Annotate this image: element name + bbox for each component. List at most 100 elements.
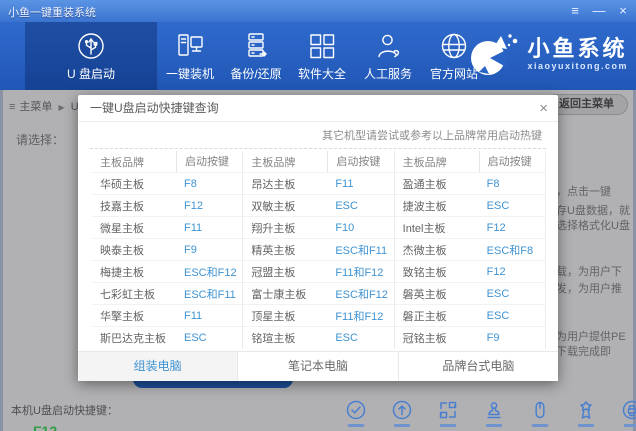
hotkey-cell: F12	[479, 222, 545, 234]
toolbar-item-label: 一键装机	[166, 65, 214, 82]
hotkey-cell: F11和F12	[327, 264, 393, 280]
background-text-fragment: 下载完成即	[556, 343, 611, 359]
list-icon: ≡	[9, 101, 15, 113]
table-row: 昂达主板F11	[243, 173, 393, 195]
brand-cell: 磐正主板	[395, 308, 479, 324]
minimize-icon[interactable]: —	[592, 0, 606, 22]
page-content: ≡主菜单 ▶ U盘启动 返回主菜单 请选择： ，点击一键存U盘数据，就选择格式化…	[0, 90, 636, 431]
brand-cell: 冠盟主板	[243, 264, 327, 280]
local-hotkey-value: F12	[33, 423, 57, 431]
background-text-fragment: 载，为用户下	[556, 263, 622, 279]
hotkey-cell: ESC	[479, 310, 545, 322]
brand-cell: 七彩虹主板	[92, 286, 176, 302]
brand-cell: 冠铭主板	[395, 330, 479, 346]
brand-cell: 盈通主板	[395, 176, 479, 192]
hotkey-cell: ESC	[479, 288, 545, 300]
breadcrumb-menu[interactable]: 主菜单	[19, 101, 52, 113]
main-toolbar: U 盘启动一键装机备份/还原软件大全人工服务官方网站 小鱼系统 xiaoyuxi…	[0, 22, 636, 90]
check-circle-icon[interactable]	[344, 399, 368, 427]
col-header-key: 启动按键	[176, 151, 242, 172]
col-header-key: 启动按键	[479, 151, 545, 172]
hotkey-cell: ESC和F12	[327, 286, 393, 302]
table-row: 七彩虹主板ESC和F11	[92, 283, 242, 305]
badge-icon[interactable]	[574, 399, 598, 427]
hotkey-group: 主板品牌启动按键华硕主板F8技嘉主板F12微星主板F11映泰主板F9梅捷主板ES…	[92, 151, 243, 349]
dialog-tab-active[interactable]: 组装电脑	[78, 352, 237, 381]
menu-icon[interactable]: ≡	[568, 0, 582, 22]
upload-circle-icon[interactable]	[390, 399, 414, 427]
toolbar-item-usb[interactable]: U 盘启动	[25, 22, 157, 90]
apps-icon	[306, 30, 338, 62]
hotkey-table: 主板品牌启动按键华硕主板F8技嘉主板F12微星主板F11映泰主板F9梅捷主板ES…	[78, 149, 558, 349]
table-row: 杰微主板ESC和F8	[395, 239, 545, 261]
table-row: 致铭主板F12	[395, 261, 545, 283]
logo-domain: xiaoyuxitong.com	[527, 61, 628, 71]
icon-label-clipped	[624, 424, 636, 427]
backup-icon	[240, 30, 272, 62]
table-row: 冠铭主板F9	[395, 327, 545, 349]
hotkey-cell: F12	[479, 266, 545, 278]
table-row: 华擎主板F11	[92, 305, 242, 327]
table-header-row: 主板品牌启动按键	[92, 151, 242, 173]
local-hotkey-label: 本机U盘启动快捷键：	[11, 402, 118, 418]
toolbar-item-backup[interactable]: 备份/还原	[223, 22, 289, 90]
table-header-row: 主板品牌启动按键	[395, 151, 545, 173]
table-row: 双敏主板ESC	[243, 195, 393, 217]
brand-cell: 技嘉主板	[92, 198, 176, 214]
hotkey-cell: ESC和F11	[327, 242, 393, 258]
capture-icon[interactable]	[436, 399, 460, 427]
hotkey-cell: F11和F12	[327, 308, 393, 324]
hotkey-group: 主板品牌启动按键盈通主板F8捷波主板ESCIntel主板F12杰微主板ESC和F…	[395, 151, 546, 349]
stamp-icon[interactable]	[482, 399, 506, 427]
col-header-brand: 主板品牌	[92, 154, 176, 170]
hotkey-cell: F9	[479, 332, 545, 344]
printer-icon[interactable]	[620, 399, 636, 427]
select-label: 请选择：	[16, 131, 64, 148]
brand-cell: 翔升主板	[243, 220, 327, 236]
dialog-title: 一键U盘启动快捷键查询	[90, 95, 219, 122]
dialog-title-bar: 一键U盘启动快捷键查询 ×	[78, 95, 558, 122]
table-row: 磐正主板ESC	[395, 305, 545, 327]
toolbar-nav: U 盘启动一键装机备份/还原软件大全人工服务官方网站	[25, 22, 487, 90]
table-row: 精英主板ESC和F11	[243, 239, 393, 261]
dialog-tab-inactive[interactable]: 品牌台式电脑	[398, 352, 558, 381]
hotkey-group: 主板品牌启动按键昂达主板F11双敏主板ESC翔升主板F10精英主板ESC和F11…	[243, 151, 394, 349]
table-row: 技嘉主板F12	[92, 195, 242, 217]
icon-label-clipped	[440, 424, 456, 427]
hotkey-cell: ESC和F8	[479, 242, 545, 258]
dialog-tab-inactive[interactable]: 笔记本电脑	[237, 352, 397, 381]
hotkey-cell: ESC	[327, 332, 393, 344]
background-text-fragment: ，点击一键	[556, 183, 611, 199]
table-row: Intel主板F12	[395, 217, 545, 239]
table-row: 映泰主板F9	[92, 239, 242, 261]
col-header-brand: 主板品牌	[243, 154, 327, 170]
background-text-fragment: 发，为用户推	[556, 280, 622, 296]
dialog-tabs: 组装电脑笔记本电脑品牌台式电脑	[78, 351, 558, 381]
brand-cell: 铭瑄主板	[243, 330, 327, 346]
fish-logo-icon	[465, 28, 523, 80]
toolbar-item-pc[interactable]: 一键装机	[157, 22, 223, 90]
toolbar-item-service[interactable]: 人工服务	[355, 22, 421, 90]
chevron-right-icon: ▶	[58, 103, 64, 112]
table-row: 翔升主板F10	[243, 217, 393, 239]
background-text-fragment: 为用户提供PE	[556, 328, 626, 344]
brand-cell: 斯巴达克主板	[92, 330, 176, 346]
close-icon[interactable]: ×	[616, 0, 630, 22]
pc-icon	[174, 30, 206, 62]
brand-cell: 华硕主板	[92, 176, 176, 192]
brand-cell: 梅捷主板	[92, 264, 176, 280]
brand-logo: 小鱼系统 xiaoyuxitong.com	[465, 28, 628, 80]
table-row: 磐英主板ESC	[395, 283, 545, 305]
brand-cell: 昂达主板	[243, 176, 327, 192]
toolbar-item-apps[interactable]: 软件大全	[289, 22, 355, 90]
toolbar-item-label: U 盘启动	[67, 65, 115, 82]
table-row: 斯巴达克主板ESC	[92, 327, 242, 349]
hotkey-cell: ESC	[327, 200, 393, 212]
hotkey-cell: F11	[176, 222, 242, 234]
dialog-close-icon[interactable]: ×	[539, 95, 548, 122]
brand-cell: Intel主板	[395, 220, 479, 236]
hotkey-cell: F8	[176, 178, 242, 190]
table-header-row: 主板品牌启动按键	[243, 151, 393, 173]
mouse-icon[interactable]	[528, 399, 552, 427]
brand-cell: 杰微主板	[395, 242, 479, 258]
